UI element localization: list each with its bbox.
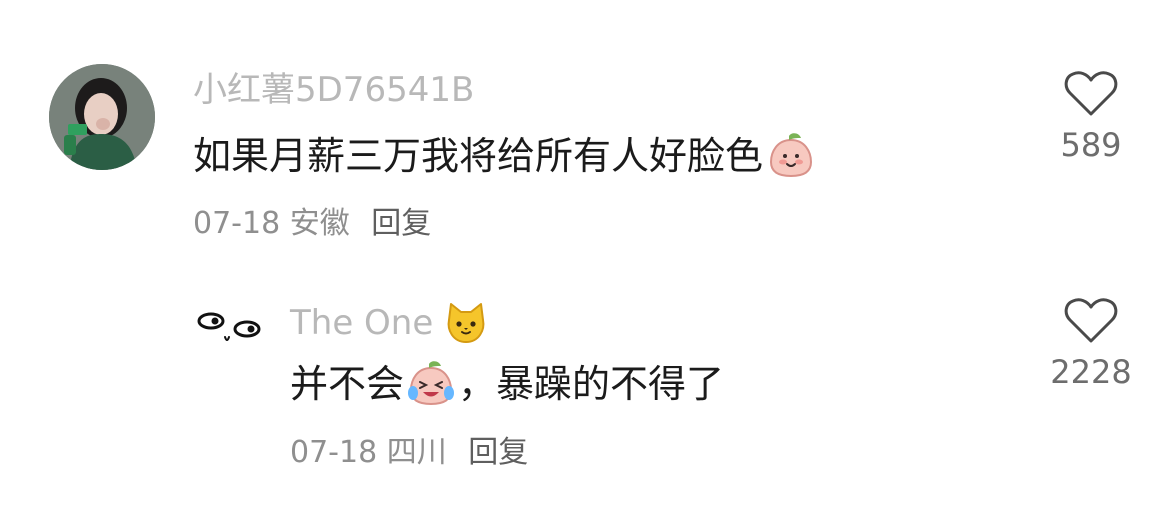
comment-text: 如果月薪三万我将给所有人好脸色 bbox=[193, 134, 764, 178]
reply-button[interactable]: 回复 bbox=[371, 206, 431, 241]
comment-meta: 07-18 安徽 回复 bbox=[193, 206, 431, 242]
comment-location: 安徽 bbox=[289, 206, 350, 241]
user-avatar[interactable] bbox=[49, 64, 155, 170]
reply-comment-item: The One 并不会 ，暴躁的不得了 07-18 四川 回复 2228 bbox=[0, 255, 1170, 510]
like-button[interactable]: 2228 bbox=[1049, 297, 1133, 391]
comment-text-part-1: 并不会 bbox=[290, 362, 405, 406]
comment-date: 07-18 bbox=[290, 435, 378, 470]
peach-crying-laughing-emoji-icon bbox=[408, 361, 455, 406]
like-button[interactable]: 589 bbox=[1049, 70, 1133, 164]
peach-smile-emoji-icon bbox=[770, 133, 813, 178]
comment-text-row: 如果月薪三万我将给所有人好脸色 bbox=[193, 132, 815, 180]
like-count: 2228 bbox=[1050, 353, 1132, 391]
like-count: 589 bbox=[1060, 126, 1122, 164]
comment-date: 07-18 bbox=[193, 206, 281, 241]
user-avatar[interactable] bbox=[193, 305, 267, 359]
username-row: The One bbox=[290, 300, 489, 346]
comment-item: 小红薯5D76541B 如果月薪三万我将给所有人好脸色 07-18 安徽 回复 … bbox=[0, 0, 1170, 255]
comment-text-row: 并不会 ，暴躁的不得了 bbox=[290, 359, 724, 409]
comment-location: 四川 bbox=[386, 435, 447, 470]
cat-face-emoji-icon bbox=[447, 303, 485, 343]
heart-icon bbox=[1064, 298, 1118, 343]
comment-text-part-2: ，暴躁的不得了 bbox=[458, 362, 725, 406]
heart-icon bbox=[1064, 71, 1118, 116]
username[interactable]: The One bbox=[290, 303, 433, 343]
reply-button[interactable]: 回复 bbox=[468, 435, 528, 470]
woman-avatar-icon bbox=[49, 64, 155, 170]
eyes-doodle-avatar-icon bbox=[193, 305, 267, 359]
username[interactable]: 小红薯5D76541B bbox=[193, 70, 474, 110]
comment-meta: 07-18 四川 回复 bbox=[290, 435, 528, 471]
